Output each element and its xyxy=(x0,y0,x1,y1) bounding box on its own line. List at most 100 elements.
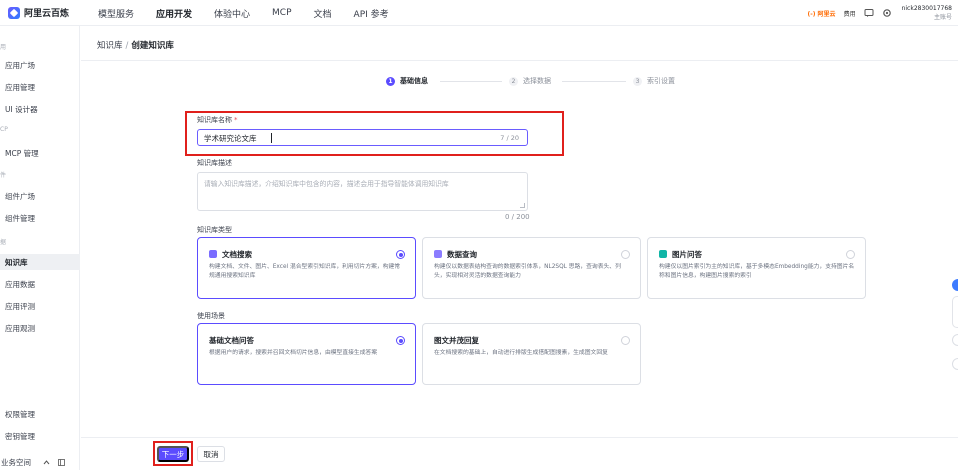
radio-doc-search[interactable] xyxy=(396,250,405,259)
top-nav: 模型服务 应用开发 体验中心 MCP 文档 API 参考 xyxy=(98,0,411,26)
sidebar-item-label: 应用评测 xyxy=(5,301,35,311)
nav-experience-center[interactable]: 体验中心 xyxy=(214,7,250,20)
sidebar-item-label: 应用观测 xyxy=(5,323,35,333)
scene-card-basic-qa[interactable]: 基础文档问答 根据用户的请求，搜索并召回文档切片信息，由模型直接生成答案 xyxy=(197,323,416,385)
kb-type-card-data-query[interactable]: 数据查询 构建仅以数据表结构查询的数据索引体系，NL2SQL 思路，查询表头、列… xyxy=(422,237,641,299)
step-connector xyxy=(440,81,502,82)
kb-type-card-image-qa[interactable]: 图片问答 构建仅以图片索引为主的知识库，基于多模态Embedding能力，支持图… xyxy=(647,237,866,299)
sidebar-category-components: 件 xyxy=(0,172,7,179)
card-title: 图片问答 xyxy=(672,250,702,259)
sidebar-item-permissions[interactable]: 权限管理 xyxy=(0,406,80,422)
sidebar-item-app-data[interactable]: 应用数据 xyxy=(0,276,80,292)
scene-card-rich-reply[interactable]: 图文并茂回复 在文档搜索的基础上，自动进行排版生成搭配图搜素，生成图文回复 xyxy=(422,323,641,385)
logo-text: 阿里云百炼 xyxy=(24,9,70,19)
card-desc: 构建文档、文件、图片、Excel 混合型索引知识库，利用切片方案，构建常规通用搜… xyxy=(209,264,401,279)
footer-divider xyxy=(81,437,958,438)
radio-image-qa[interactable] xyxy=(846,250,855,259)
radio-data-query[interactable] xyxy=(621,250,630,259)
sidebar: 用 应用广场 应用管理 UI 设计器 CP MCP 管理 件 组件广场 组件管理… xyxy=(0,26,80,470)
card-title: 基础文档问答 xyxy=(209,336,254,345)
workspace-label: 业务空间 xyxy=(1,457,31,467)
card-title: 数据查询 xyxy=(447,250,477,259)
scene-label: 使用场景 xyxy=(197,312,225,320)
sidebar-item-label: MCP 管理 xyxy=(5,148,39,158)
breadcrumb-parent[interactable]: 知识库 xyxy=(97,41,123,51)
highlight-frame-name xyxy=(185,111,564,156)
fee-link[interactable]: 费用 xyxy=(844,9,856,18)
sidebar-item-ui-designer[interactable]: UI 设计器 xyxy=(0,101,80,117)
step-label: 选择数据 xyxy=(523,77,551,85)
sidebar-item-label: 组件管理 xyxy=(5,213,35,223)
sidebar-item-label: 组件广场 xyxy=(5,191,35,201)
sidebar-item-label: 应用数据 xyxy=(5,279,35,289)
breadcrumb: 知识库 / 创建知识库 xyxy=(97,39,174,51)
card-desc: 构建仅以图片索引为主的知识库，基于多模态Embedding能力，支持图片名称和图… xyxy=(659,264,855,279)
sidebar-item-mcp-manage[interactable]: MCP 管理 xyxy=(0,145,80,161)
workspace-switcher[interactable]: 业务空间 xyxy=(0,454,80,470)
page-title: 创建知识库 xyxy=(131,41,174,51)
nav-app-dev[interactable]: 应用开发 xyxy=(156,7,192,20)
kb-type-card-doc-search[interactable]: 文档搜索 构建文档、文件、图片、Excel 混合型索引知识库，利用切片方案，构建… xyxy=(197,237,416,299)
sidebar-item-component-square[interactable]: 组件广场 xyxy=(0,188,80,204)
sidebar-category-data: 据 xyxy=(0,239,7,246)
sidebar-item-label: 应用管理 xyxy=(5,82,35,92)
nav-api-reference[interactable]: API 参考 xyxy=(354,7,389,20)
nav-model-service[interactable]: 模型服务 xyxy=(98,7,134,20)
card-desc: 在文档搜索的基础上，自动进行排版生成搭配图搜素，生成图文回复 xyxy=(434,350,608,356)
step-label: 基础信息 xyxy=(400,77,428,85)
top-bar: 阿里云百炼 模型服务 应用开发 体验中心 MCP 文档 API 参考 (-) 阿… xyxy=(0,0,958,26)
nav-mcp[interactable]: MCP xyxy=(272,8,291,18)
header-divider xyxy=(81,60,958,61)
user-id: nick2830017768 xyxy=(901,5,952,12)
step-number: 3 xyxy=(633,76,642,86)
breadcrumb-separator: / xyxy=(125,41,129,51)
sidebar-item-app-manage[interactable]: 应用管理 xyxy=(0,79,80,95)
sidebar-category-apps: 用 xyxy=(0,44,7,51)
logo[interactable]: 阿里云百炼 xyxy=(8,6,69,19)
kb-type-label: 知识库类型 xyxy=(197,226,232,234)
sidebar-item-label: 知识库 xyxy=(5,257,28,267)
radio-basic-qa[interactable] xyxy=(396,336,405,345)
step-select-data: 2 选择数据 xyxy=(509,76,551,86)
sidebar-item-keys[interactable]: 密钥管理 xyxy=(0,428,80,444)
radio-rich-reply[interactable] xyxy=(621,336,630,345)
float-toolbar[interactable] xyxy=(952,296,958,328)
nav-docs[interactable]: 文档 xyxy=(314,7,332,20)
sidebar-item-component-manage[interactable]: 组件管理 xyxy=(0,210,80,226)
aliyun-brand-link[interactable]: (-) 阿里云 xyxy=(807,9,835,18)
cancel-button[interactable]: 取消 xyxy=(197,446,225,462)
resize-handle-icon[interactable] xyxy=(520,203,525,208)
collapse-sidebar-icon[interactable] xyxy=(58,458,65,466)
card-desc: 根据用户的请求，搜索并召回文档切片信息，由模型直接生成答案 xyxy=(209,350,378,356)
database-icon xyxy=(434,250,442,258)
sidebar-item-label: 应用广场 xyxy=(5,60,35,70)
card-title: 图文并茂回复 xyxy=(434,336,479,345)
kb-desc-placeholder: 请输入知识库描述，介绍知识库中包含的内容，描述会用于指导智能体调用知识库 xyxy=(204,180,449,188)
sidebar-item-app-eval[interactable]: 应用评测 xyxy=(0,298,80,314)
sidebar-item-knowledge-base[interactable]: 知识库 xyxy=(0,254,80,270)
card-title: 文档搜索 xyxy=(222,250,252,259)
kb-desc-counter: 0 / 200 xyxy=(505,213,530,221)
kb-desc-label: 知识库描述 xyxy=(197,159,232,167)
feedback-float-icon[interactable] xyxy=(952,358,958,370)
user-account[interactable]: nick2830017768 主账号 xyxy=(902,4,952,22)
sidebar-item-app-square[interactable]: 应用广场 xyxy=(0,57,80,73)
kb-desc-textarea[interactable]: 请输入知识库描述，介绍知识库中包含的内容，描述会用于指导智能体调用知识库 xyxy=(197,172,528,211)
assistant-float-icon[interactable] xyxy=(952,279,958,291)
step-index-settings: 3 索引设置 xyxy=(633,76,675,86)
card-desc: 构建仅以数据表结构查询的数据索引体系，NL2SQL 思路，查询表头、列头，实现相… xyxy=(434,264,621,279)
settings-icon[interactable] xyxy=(882,8,892,18)
sidebar-item-app-observe[interactable]: 应用观测 xyxy=(0,320,80,336)
sidebar-item-label: 权限管理 xyxy=(5,409,35,419)
step-connector xyxy=(562,81,626,82)
step-label: 索引设置 xyxy=(647,77,675,85)
step-basic-info: 1 基础信息 xyxy=(386,76,428,86)
sidebar-category-mcp: CP xyxy=(0,126,8,133)
help-float-icon[interactable] xyxy=(952,334,958,346)
top-right-tools: (-) 阿里云 费用 nick2830017768 主账号 xyxy=(807,0,952,26)
step-number: 2 xyxy=(509,76,518,86)
step-number: 1 xyxy=(386,76,395,86)
chevron-up-icon xyxy=(43,459,50,464)
chat-icon[interactable] xyxy=(864,8,874,18)
image-icon xyxy=(659,250,667,258)
